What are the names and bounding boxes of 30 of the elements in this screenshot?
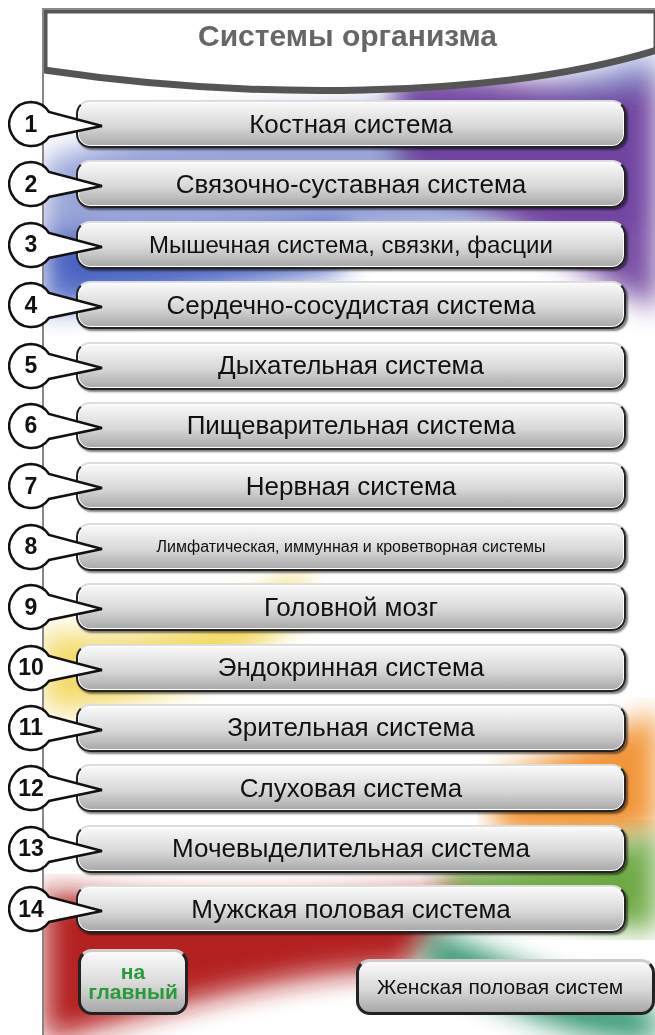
system-button[interactable]: Костная система — [76, 100, 626, 148]
item-number: 8 — [23, 532, 39, 562]
system-button[interactable]: Мужская половая система — [76, 885, 626, 934]
system-button[interactable]: Эндокринная система — [76, 643, 626, 692]
item-number: 9 — [23, 592, 39, 622]
item-number: 2 — [23, 169, 39, 199]
item-number: 11 — [17, 713, 45, 743]
page-title: Системы организма — [198, 18, 497, 54]
system-button[interactable]: Головной мозг — [76, 583, 626, 632]
item-number: 5 — [23, 351, 39, 381]
system-button[interactable]: Сердечно-сосудистая система — [76, 281, 626, 330]
item-number: 1 — [23, 109, 39, 139]
item-number: 4 — [23, 290, 39, 320]
item-number: 7 — [23, 471, 39, 501]
item-number: 14 — [17, 894, 45, 924]
item-number: 6 — [23, 411, 39, 441]
system-button[interactable]: Слуховая система — [76, 764, 626, 813]
system-button[interactable]: Нервная система — [76, 462, 626, 511]
item-number: 12 — [17, 773, 45, 803]
item-number: 3 — [23, 230, 39, 260]
system-button[interactable]: Дыхательная система — [76, 341, 626, 390]
system-button[interactable]: Связочно-суставная система — [76, 160, 626, 209]
system-button[interactable]: Зрительная система — [76, 703, 626, 752]
system-button[interactable]: Лимфатическая, иммунная и кроветворная системы — [76, 522, 626, 571]
system-button[interactable]: Мышечная система, связки, фасции — [76, 220, 626, 269]
system-button[interactable]: Мочевыделительная система — [76, 824, 626, 873]
item-number: 13 — [17, 834, 45, 864]
system-button[interactable]: Женская половая систем — [356, 959, 655, 1016]
system-button[interactable]: Пищеварительная система — [76, 401, 626, 450]
item-number: 10 — [17, 653, 45, 682]
